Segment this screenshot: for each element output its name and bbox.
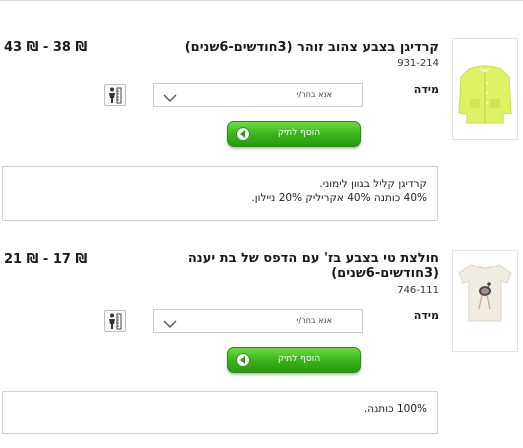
description-line: 40% כותנה 40% אקריליק 20% ניילון. <box>251 192 427 204</box>
description-line: 100% כותנה. <box>363 403 427 415</box>
description-line: קרדיגן קליל בגוון לימוני. <box>319 178 427 190</box>
arrow-left-icon <box>236 127 250 141</box>
product-title-line: קרדיגן בצבע צהוב זוהר (3חודשים-6שנים) <box>184 40 439 55</box>
product-title-line: חולצת טי בצבע בז' עם הדפס של בת יענה <box>187 251 439 266</box>
chevron-down-icon <box>162 315 178 334</box>
product-code: 746-111 <box>397 285 439 296</box>
product-description: קרדיגן קליל בגוון לימוני. 40% כותנה 40% … <box>2 166 438 221</box>
chevron-down-icon <box>162 89 178 108</box>
add-to-bag-button[interactable]: הוסף לתיק <box>227 121 361 147</box>
product-price: ₪ 38 - ₪ 43 <box>4 40 88 55</box>
size-label: מידה <box>413 83 439 96</box>
cardigan-image <box>458 65 512 124</box>
size-guide-icon <box>109 87 122 104</box>
size-guide-button[interactable] <box>104 310 126 332</box>
product-code: 931-214 <box>397 58 439 69</box>
size-select[interactable]: אנא בחר/י <box>153 83 363 107</box>
product-title[interactable]: חולצת טי בצבע בז' עם הדפס של בת יענה (3ח… <box>109 251 439 281</box>
add-to-bag-label: הוסף לתיק <box>277 128 321 138</box>
product-image-tee[interactable] <box>452 250 518 352</box>
size-guide-icon <box>109 313 122 330</box>
tee-image <box>458 264 512 322</box>
size-select-value: אנא בחר/י <box>296 316 332 325</box>
size-label: מידה <box>413 309 439 322</box>
size-guide-button[interactable] <box>104 84 126 106</box>
add-to-bag-button[interactable]: הוסף לתיק <box>227 347 361 373</box>
product-title[interactable]: קרדיגן בצבע צהוב זוהר (3חודשים-6שנים) <box>139 40 439 55</box>
add-to-bag-label: הוסף לתיק <box>277 354 321 364</box>
product-price: ₪ 17 - ₪ 21 <box>4 252 88 267</box>
product-description: 100% כותנה. <box>2 391 438 434</box>
arrow-left-icon <box>236 353 250 367</box>
size-select[interactable]: אנא בחר/י <box>153 309 363 333</box>
product-image-cardigan[interactable] <box>452 38 518 140</box>
product-title-line: (3חודשים-6שנים) <box>331 266 439 281</box>
size-select-value: אנא בחר/י <box>296 90 332 99</box>
top-divider <box>0 0 523 1</box>
